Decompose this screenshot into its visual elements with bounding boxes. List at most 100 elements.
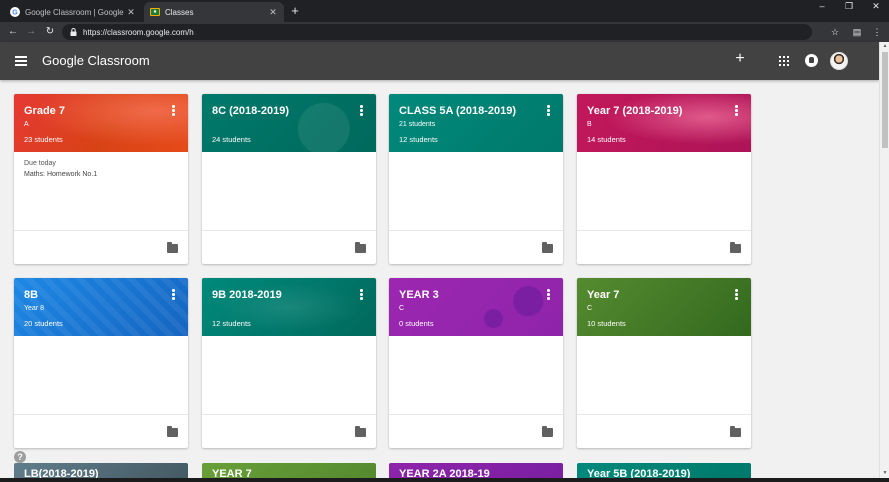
class-card-8c[interactable]: 8C (2018-2019) 24 students (202, 94, 376, 264)
folder-icon[interactable] (355, 426, 366, 437)
scroll-up-icon[interactable]: ▲ (881, 43, 889, 49)
class-card-header[interactable]: YEAR 3 C 0 students (389, 278, 563, 336)
browser-toolbar: ← → ↻ https://classroom.google.com/h ☆ ▤… (0, 22, 889, 42)
class-section: 21 students (399, 121, 436, 128)
classroom-favicon-icon (150, 8, 160, 16)
bookmark-star-icon[interactable]: ☆ (828, 25, 842, 39)
more-options-icon[interactable] (172, 105, 175, 116)
due-assignment-link[interactable]: Maths: Homework No.1 (24, 171, 178, 178)
class-section: A (24, 121, 29, 128)
class-title[interactable]: LB(2018-2019) (24, 468, 99, 478)
due-label: Due today (24, 160, 56, 167)
more-options-icon[interactable] (172, 289, 175, 300)
class-title[interactable]: 9B 2018-2019 (212, 289, 282, 301)
class-card-footer (202, 414, 376, 448)
tab-classes[interactable]: Classes ✕ (144, 2, 284, 22)
class-title[interactable]: YEAR 3 (399, 289, 439, 301)
class-card-footer (389, 414, 563, 448)
folder-icon[interactable] (355, 242, 366, 253)
browser-menu-icon[interactable]: ⋮ (870, 25, 884, 39)
folder-icon[interactable] (542, 426, 553, 437)
back-arrow-icon[interactable]: ← (6, 25, 20, 39)
close-window-icon[interactable]: ✕ (863, 0, 889, 12)
tab-google-classroom[interactable]: G Google Classroom | Google for E ✕ (4, 2, 142, 22)
class-card-class-5a[interactable]: CLASS 5A (2018-2019) 21 students 12 stud… (389, 94, 563, 264)
class-card-header[interactable]: Grade 7 A 23 students (14, 94, 188, 152)
class-card-header[interactable]: Year 7 (2018-2019) B 14 students (577, 94, 751, 152)
class-card-grade-7[interactable]: Grade 7 A 23 students Due today Maths: H… (14, 94, 188, 264)
tab-close-icon[interactable]: ✕ (268, 7, 278, 18)
class-title[interactable]: YEAR 7 (212, 468, 252, 478)
class-card-8b[interactable]: 8B Year 8 20 students (14, 278, 188, 448)
url-text: https://classroom.google.com/h (83, 27, 194, 37)
folder-icon[interactable] (167, 242, 178, 253)
os-taskbar (0, 478, 889, 482)
class-student-count: 12 students (399, 135, 438, 144)
class-title[interactable]: CLASS 5A (2018-2019) (399, 105, 516, 117)
class-card-9b[interactable]: 9B 2018-2019 12 students (202, 278, 376, 448)
class-card-header[interactable]: 9B 2018-2019 12 students (202, 278, 376, 336)
class-card-peek-year-5b[interactable]: Year 5B (2018-2019) (577, 463, 751, 478)
scroll-down-icon[interactable]: ▼ (881, 470, 889, 476)
class-card-footer (202, 230, 376, 264)
class-card-header[interactable]: 8C (2018-2019) 24 students (202, 94, 376, 152)
google-apps-icon[interactable] (779, 56, 789, 66)
class-card-peek-year-7[interactable]: YEAR 7 (202, 463, 376, 478)
class-title[interactable]: Grade 7 (24, 105, 65, 117)
help-icon[interactable]: ? (14, 451, 26, 463)
class-title[interactable]: 8C (2018-2019) (212, 105, 289, 117)
class-card-footer (14, 230, 188, 264)
tab-title: Classes (165, 7, 194, 17)
class-card-peek-year-2a[interactable]: YEAR 2A 2018-19 (389, 463, 563, 478)
more-options-icon[interactable] (360, 289, 363, 300)
folder-icon[interactable] (730, 426, 741, 437)
class-card-year-7[interactable]: Year 7 C 10 students (577, 278, 751, 448)
class-title[interactable]: YEAR 2A 2018-19 (399, 468, 490, 478)
lock-icon (70, 28, 77, 36)
class-title[interactable]: Year 7 (587, 289, 619, 301)
more-options-icon[interactable] (360, 105, 363, 116)
forward-arrow-icon[interactable]: → (24, 25, 38, 39)
class-card-header[interactable]: CLASS 5A (2018-2019) 21 students 12 stud… (389, 94, 563, 152)
folder-icon[interactable] (542, 242, 553, 253)
class-student-count: 23 students (24, 135, 63, 144)
address-bar[interactable]: https://classroom.google.com/h (62, 24, 812, 40)
new-tab-button[interactable]: + (288, 3, 302, 18)
more-options-icon[interactable] (547, 289, 550, 300)
class-card-header[interactable]: Year 7 C 10 students (577, 278, 751, 336)
maximize-icon[interactable]: ❐ (836, 0, 862, 12)
class-card-body: Due today Maths: Homework No.1 (14, 152, 188, 232)
class-card-year-7-2018[interactable]: Year 7 (2018-2019) B 14 students (577, 94, 751, 264)
more-options-icon[interactable] (735, 289, 738, 300)
tab-close-icon[interactable]: ✕ (126, 7, 136, 18)
folder-icon[interactable] (167, 426, 178, 437)
reload-icon[interactable]: ↻ (43, 25, 57, 39)
scroll-thumb[interactable] (882, 52, 888, 148)
class-student-count: 14 students (587, 135, 626, 144)
main-menu-icon[interactable] (15, 56, 27, 66)
class-title[interactable]: 8B (24, 289, 38, 301)
more-options-icon[interactable] (735, 105, 738, 116)
class-card-body (577, 336, 751, 416)
class-card-footer (577, 414, 751, 448)
minimize-icon[interactable]: – (809, 0, 835, 12)
class-title[interactable]: Year 5B (2018-2019) (587, 468, 690, 478)
class-card-year-3[interactable]: YEAR 3 C 0 students (389, 278, 563, 448)
brand-title[interactable]: Google Classroom (42, 53, 150, 68)
page-scrollbar[interactable]: ▲ ▼ (879, 42, 889, 478)
class-card-body (14, 336, 188, 416)
notifications-icon[interactable] (805, 54, 818, 67)
extension-icon[interactable]: ▤ (850, 25, 864, 39)
class-card-body (389, 336, 563, 416)
class-card-peek-lb[interactable]: LB(2018-2019) (14, 463, 188, 478)
class-card-footer (577, 230, 751, 264)
class-title[interactable]: Year 7 (2018-2019) (587, 105, 682, 117)
more-options-icon[interactable] (547, 105, 550, 116)
create-join-class-button[interactable]: + (733, 50, 747, 68)
account-avatar[interactable] (830, 52, 848, 70)
browser-tab-bar: G Google Classroom | Google for E ✕ Clas… (0, 0, 889, 22)
class-card-header[interactable]: 8B Year 8 20 students (14, 278, 188, 336)
class-student-count: 24 students (212, 135, 251, 144)
folder-icon[interactable] (730, 242, 741, 253)
tab-title: Google Classroom | Google for E (25, 7, 126, 17)
